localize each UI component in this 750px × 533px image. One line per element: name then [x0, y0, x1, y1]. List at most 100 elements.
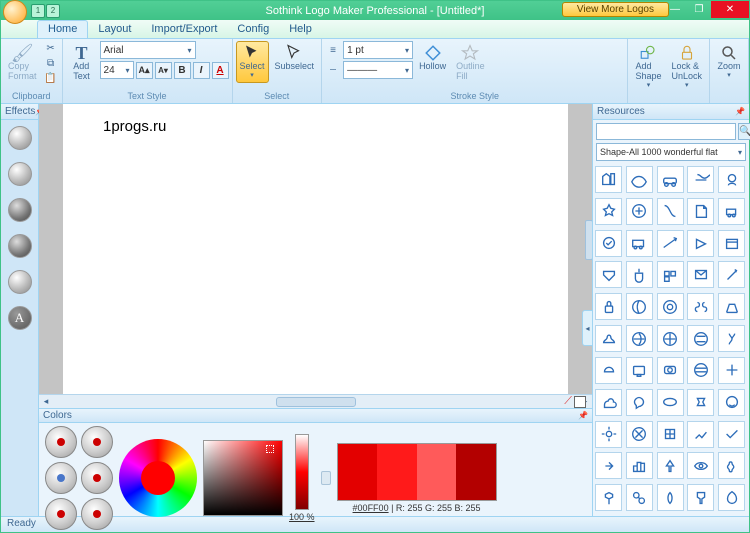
paste-icon[interactable]: 📋	[43, 71, 59, 85]
resources-collapse-handle[interactable]: ◂	[582, 310, 593, 346]
font-size-up-button[interactable]: A▴	[136, 62, 153, 79]
shape-item-54[interactable]	[718, 484, 745, 511]
stroke-width-combo[interactable]: 1 pt▾	[343, 41, 413, 59]
close-button[interactable]: ✕	[711, 1, 749, 18]
canvas[interactable]: 1progs.ru	[63, 104, 568, 394]
shape-item-17[interactable]	[657, 261, 684, 288]
knob-6[interactable]	[81, 498, 113, 530]
copy-icon[interactable]: ⧉	[43, 56, 59, 70]
subselect-button[interactable]: Subselect	[271, 41, 319, 75]
knob-2[interactable]	[81, 426, 113, 458]
outline-fill-button[interactable]: Outline Fill	[452, 41, 489, 85]
effect-glossy-2[interactable]	[8, 162, 32, 186]
resource-search-input[interactable]	[596, 123, 736, 140]
stroke-dash-combo[interactable]: ———▾	[343, 61, 413, 79]
shape-item-0[interactable]	[595, 166, 622, 193]
minimize-button[interactable]: —	[663, 1, 687, 18]
shape-item-21[interactable]	[626, 293, 653, 320]
shape-item-43[interactable]	[687, 421, 714, 448]
lock-unlock-button[interactable]: Lock & UnLock▾	[667, 41, 706, 92]
shape-item-53[interactable]	[687, 484, 714, 511]
shape-item-44[interactable]	[718, 421, 745, 448]
knob-4[interactable]	[81, 462, 113, 494]
hscrollbar[interactable]: ◂ ▸	[39, 394, 592, 408]
swatch-3[interactable]	[417, 444, 457, 500]
shape-item-42[interactable]	[657, 421, 684, 448]
bold-button[interactable]: B	[174, 62, 191, 79]
pin-icon[interactable]: 📌	[735, 107, 745, 117]
shape-item-20[interactable]	[595, 293, 622, 320]
shape-item-41[interactable]	[626, 421, 653, 448]
shape-item-14[interactable]	[718, 230, 745, 257]
hollow-button[interactable]: Hollow	[415, 41, 450, 75]
shape-item-36[interactable]	[626, 389, 653, 416]
shape-item-46[interactable]	[626, 452, 653, 479]
qa-btn-1[interactable]: 1	[31, 4, 45, 18]
shape-item-51[interactable]	[626, 484, 653, 511]
shape-item-34[interactable]	[718, 357, 745, 384]
shape-item-29[interactable]	[718, 325, 745, 352]
shape-item-5[interactable]	[595, 198, 622, 225]
shape-item-8[interactable]	[687, 198, 714, 225]
add-text-button[interactable]: T Add Text	[66, 41, 98, 85]
maximize-button[interactable]: ❐	[687, 1, 711, 18]
shape-item-27[interactable]	[657, 325, 684, 352]
shape-item-31[interactable]	[626, 357, 653, 384]
app-icon[interactable]	[3, 0, 27, 24]
shape-item-32[interactable]	[657, 357, 684, 384]
shape-item-28[interactable]	[687, 325, 714, 352]
shape-item-50[interactable]	[595, 484, 622, 511]
current-color-swatch[interactable]	[574, 396, 586, 408]
font-combo[interactable]: Arial▾	[100, 41, 196, 59]
shape-item-15[interactable]	[595, 261, 622, 288]
tab-home[interactable]: Home	[37, 20, 88, 38]
shape-item-2[interactable]	[657, 166, 684, 193]
stroke-style-icon[interactable]: ≡	[325, 43, 341, 57]
tab-help[interactable]: Help	[279, 21, 322, 38]
add-shape-button[interactable]: Add Shape▾	[631, 41, 665, 92]
tab-layout[interactable]: Layout	[88, 21, 141, 38]
knob-3[interactable]	[45, 462, 77, 494]
hue-strip[interactable]	[295, 434, 309, 510]
stroke-dash-icon[interactable]: ┄	[325, 63, 341, 77]
shape-item-33[interactable]	[687, 357, 714, 384]
opacity-value[interactable]: 100 %	[289, 512, 315, 522]
shape-item-18[interactable]	[687, 261, 714, 288]
shape-item-16[interactable]	[626, 261, 653, 288]
zoom-button[interactable]: Zoom▾	[713, 41, 745, 83]
shape-item-9[interactable]	[718, 198, 745, 225]
shape-item-12[interactable]	[657, 230, 684, 257]
shape-item-4[interactable]	[718, 166, 745, 193]
swatch-2[interactable]	[377, 444, 417, 500]
shape-item-38[interactable]	[687, 389, 714, 416]
eyedropper-icon[interactable]: ⟋	[564, 395, 572, 408]
swatch-1[interactable]	[338, 444, 378, 500]
italic-button[interactable]: I	[193, 62, 210, 79]
shape-item-40[interactable]	[595, 421, 622, 448]
font-size-combo[interactable]: 24▾	[100, 61, 134, 79]
qa-btn-2[interactable]: 2	[46, 4, 60, 18]
shape-item-3[interactable]	[687, 166, 714, 193]
shape-item-22[interactable]	[657, 293, 684, 320]
effect-matte[interactable]	[8, 198, 32, 222]
search-icon[interactable]: 🔍	[738, 123, 750, 140]
effect-dark[interactable]	[8, 234, 32, 258]
shape-item-35[interactable]	[595, 389, 622, 416]
shape-category-combo[interactable]: Shape-All 1000 wonderful flat▾	[596, 143, 746, 161]
knob-1[interactable]	[45, 426, 77, 458]
shape-item-1[interactable]	[626, 166, 653, 193]
collapse-toggle[interactable]	[321, 471, 331, 485]
shape-item-39[interactable]	[718, 389, 745, 416]
saturation-value-box[interactable]	[203, 440, 283, 516]
view-more-logos-button[interactable]: View More Logos	[562, 2, 669, 17]
shape-item-10[interactable]	[595, 230, 622, 257]
tab-import-export[interactable]: Import/Export	[141, 21, 227, 38]
shape-item-11[interactable]	[626, 230, 653, 257]
copy-format-button[interactable]: 🖌 Copy Format	[4, 41, 41, 85]
shape-item-24[interactable]	[718, 293, 745, 320]
tab-config[interactable]: Config	[227, 21, 279, 38]
effect-light[interactable]	[8, 270, 32, 294]
pin-icon[interactable]: 📌	[578, 411, 588, 421]
color-wheel[interactable]	[119, 439, 197, 517]
shape-item-19[interactable]	[718, 261, 745, 288]
